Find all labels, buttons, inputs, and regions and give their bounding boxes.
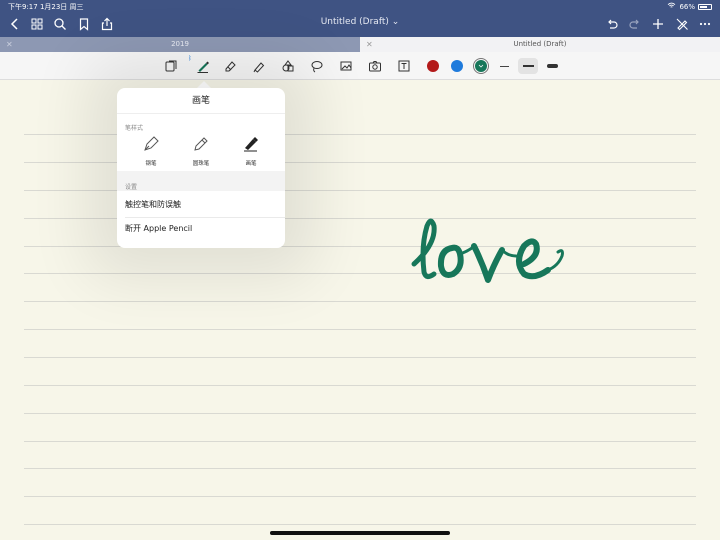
page-rule-line	[24, 329, 696, 330]
eraser-icon[interactable]	[220, 57, 240, 75]
color-red-swatch[interactable]	[427, 60, 439, 72]
document-title[interactable]: Untitled (Draft) ⌄	[0, 17, 720, 27]
stroke-medium[interactable]	[518, 58, 538, 74]
tab-untitled-draft[interactable]: ✕ Untitled (Draft)	[360, 37, 720, 52]
status-bar: 下午9:17 1月23日 周三 66%	[0, 0, 720, 12]
page-rule-line	[24, 273, 696, 274]
wifi-icon	[667, 2, 676, 11]
home-indicator[interactable]	[270, 531, 450, 535]
pen-style-options: 钢笔 圆珠笔 画笔	[117, 135, 285, 171]
tab-label: 2019	[171, 40, 189, 48]
handwriting-text: love	[408, 287, 410, 289]
stroke-thin[interactable]	[494, 58, 514, 74]
lasso-icon[interactable]	[307, 57, 327, 75]
close-icon[interactable]: ✕	[366, 37, 373, 52]
tab-label: Untitled (Draft)	[513, 40, 567, 48]
stroke-thick[interactable]	[542, 58, 562, 74]
popover-title: 画笔	[117, 88, 285, 114]
page-rule-line	[24, 413, 696, 414]
brush-pen-icon	[244, 137, 258, 152]
pen-option-brush[interactable]: 画笔	[231, 135, 271, 171]
page-rule-line	[24, 468, 696, 469]
page-rule-line	[24, 441, 696, 442]
pen-option-label: 圆珠笔	[192, 161, 210, 167]
page-rule-line	[24, 301, 696, 302]
color-green-swatch[interactable]	[473, 58, 489, 74]
bluetooth-icon: ᛒ	[188, 55, 192, 62]
fountain-pen-icon	[144, 136, 159, 151]
page-rule-line	[24, 385, 696, 386]
shapes-icon[interactable]	[278, 57, 298, 75]
chevron-down-icon	[478, 64, 484, 68]
pen-style-section-label: 笔样式	[125, 125, 144, 132]
pen-settings-popover: 画笔 笔样式 钢笔 圆珠笔 画笔 设置 触控笔和防误触 断开 Apple Pen…	[117, 88, 285, 248]
disconnect-apple-pencil-item[interactable]: 断开 Apple Pencil	[125, 218, 277, 240]
popover-arrow	[197, 81, 211, 88]
color-blue-swatch[interactable]	[451, 60, 463, 72]
pen-option-label: 钢笔	[145, 161, 157, 167]
page-rule-line	[24, 496, 696, 497]
handwriting-love: love	[408, 218, 564, 289]
drawing-toolbar: ᛒ	[0, 52, 720, 80]
page-rule-line	[24, 357, 696, 358]
stylus-palm-rejection-item[interactable]: 触控笔和防误触	[125, 194, 277, 216]
tab-2019[interactable]: ✕ 2019	[0, 37, 360, 52]
highlighter-icon[interactable]	[249, 57, 269, 75]
camera-icon[interactable]	[365, 57, 385, 75]
notebook-page[interactable]	[0, 81, 720, 540]
ballpoint-pen-icon	[194, 137, 208, 151]
close-icon[interactable]: ✕	[6, 37, 13, 52]
page-rule-line	[24, 524, 696, 525]
pen-option-fountain[interactable]: 钢笔	[131, 135, 171, 171]
status-right-group: 66%	[667, 2, 712, 11]
pen-tool-icon[interactable]	[193, 57, 213, 75]
pen-option-ballpoint[interactable]: 圆珠笔	[181, 135, 221, 171]
document-tabs: ✕ 2019 ✕ Untitled (Draft)	[0, 37, 720, 52]
text-box-icon[interactable]	[394, 57, 414, 75]
battery-percent: 66%	[679, 2, 695, 11]
pen-option-label: 画笔	[245, 161, 257, 167]
image-icon[interactable]	[336, 57, 356, 75]
status-time-date: 下午9:17 1月23日 周三	[8, 3, 84, 11]
battery-icon	[698, 3, 712, 10]
settings-section-label: 设置	[125, 184, 138, 191]
read-mode-icon[interactable]	[161, 57, 181, 75]
settings-section-header	[117, 171, 285, 191]
